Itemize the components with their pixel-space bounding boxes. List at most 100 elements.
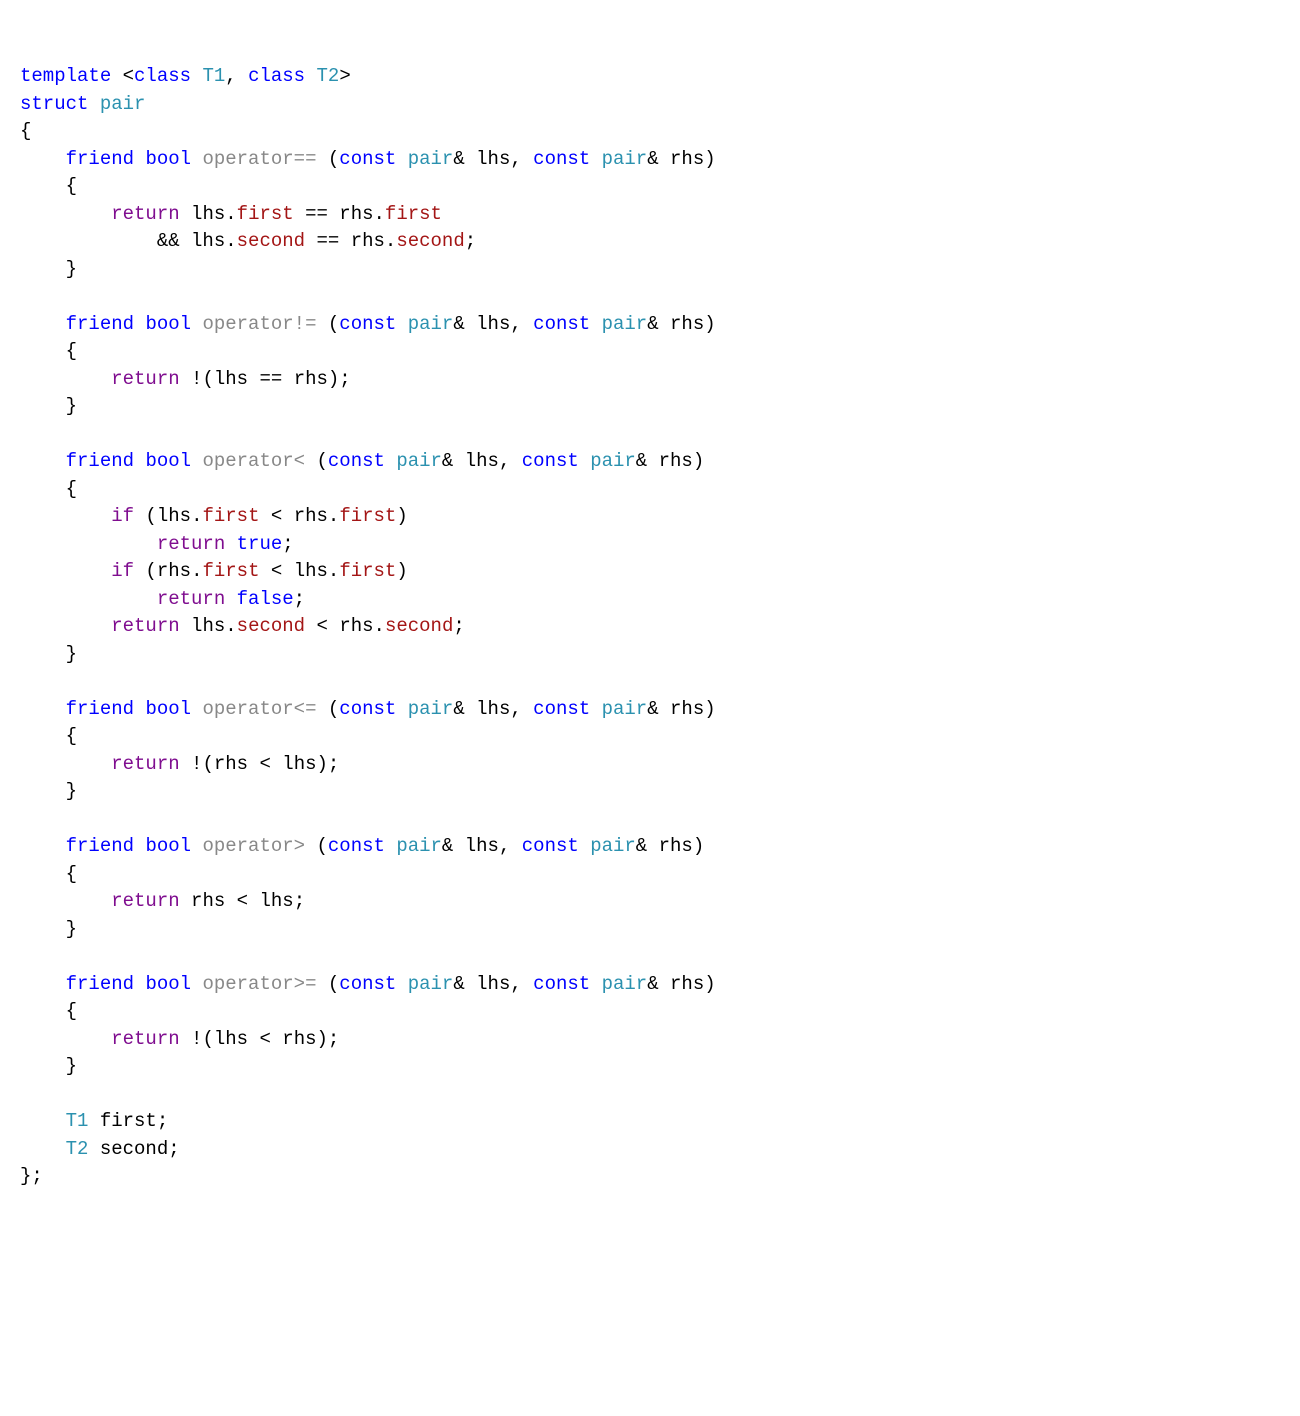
keyword-template: template	[20, 65, 111, 87]
keyword-struct: struct	[20, 93, 88, 115]
keyword-if: if	[111, 505, 134, 527]
func-operator-lt: operator<	[202, 450, 305, 472]
member-second: second	[237, 615, 305, 637]
keyword-return: return	[111, 890, 179, 912]
keyword-true: true	[237, 533, 283, 555]
param-rhs: rhs	[659, 835, 693, 857]
keyword-bool: bool	[145, 973, 191, 995]
keyword-const: const	[533, 313, 590, 335]
type-pair: pair	[396, 835, 442, 857]
type-T2: T2	[66, 1138, 89, 1160]
keyword-const: const	[522, 835, 579, 857]
keyword-return: return	[157, 588, 225, 610]
id-lhs: lhs	[191, 203, 225, 225]
param-lhs: lhs	[476, 973, 510, 995]
keyword-return: return	[111, 753, 179, 775]
type-pair: pair	[602, 698, 648, 720]
type-pair: pair	[408, 148, 454, 170]
type-T1: T1	[202, 65, 225, 87]
id-rhs: rhs	[294, 368, 328, 390]
id-rhs: rhs	[339, 615, 373, 637]
keyword-return: return	[111, 615, 179, 637]
func-operator-eq: operator==	[202, 148, 316, 170]
param-rhs: rhs	[670, 698, 704, 720]
member-first: first	[237, 203, 294, 225]
id-lhs: lhs	[259, 890, 293, 912]
type-pair: pair	[396, 450, 442, 472]
param-lhs: lhs	[476, 148, 510, 170]
keyword-const: const	[339, 313, 396, 335]
param-lhs: lhs	[476, 698, 510, 720]
member-first: first	[339, 505, 396, 527]
id-rhs: rhs	[294, 505, 328, 527]
type-pair: pair	[408, 698, 454, 720]
keyword-false: false	[237, 588, 294, 610]
keyword-const: const	[533, 973, 590, 995]
id-lhs: lhs	[191, 230, 225, 252]
keyword-const: const	[339, 148, 396, 170]
keyword-bool: bool	[145, 313, 191, 335]
code-block: template <class T1, class T2> struct pai…	[20, 63, 1280, 1191]
keyword-bool: bool	[145, 835, 191, 857]
type-pair: pair	[100, 93, 146, 115]
keyword-friend: friend	[66, 313, 134, 335]
id-lhs: lhs	[214, 1028, 248, 1050]
type-pair: pair	[602, 148, 648, 170]
keyword-const: const	[339, 698, 396, 720]
member-second: second	[396, 230, 464, 252]
type-pair: pair	[602, 313, 648, 335]
id-lhs: lhs	[157, 505, 191, 527]
keyword-return: return	[111, 1028, 179, 1050]
keyword-bool: bool	[145, 698, 191, 720]
id-lhs: lhs	[294, 560, 328, 582]
keyword-bool: bool	[145, 148, 191, 170]
keyword-friend: friend	[66, 973, 134, 995]
id-rhs: rhs	[282, 1028, 316, 1050]
member-second: second	[237, 230, 305, 252]
keyword-const: const	[328, 450, 385, 472]
id-rhs: rhs	[157, 560, 191, 582]
keyword-bool: bool	[145, 450, 191, 472]
type-pair: pair	[602, 973, 648, 995]
keyword-friend: friend	[66, 698, 134, 720]
keyword-const: const	[328, 835, 385, 857]
param-lhs: lhs	[465, 450, 499, 472]
keyword-friend: friend	[66, 148, 134, 170]
id-rhs: rhs	[214, 753, 248, 775]
type-T2: T2	[317, 65, 340, 87]
func-operator-ge: operator>=	[202, 973, 316, 995]
param-lhs: lhs	[465, 835, 499, 857]
type-pair: pair	[408, 313, 454, 335]
param-rhs: rhs	[670, 148, 704, 170]
member-first: first	[202, 505, 259, 527]
func-operator-le: operator<=	[202, 698, 316, 720]
keyword-class: class	[248, 65, 305, 87]
keyword-class: class	[134, 65, 191, 87]
member-first: first	[202, 560, 259, 582]
id-lhs: lhs	[282, 753, 316, 775]
member-second: second	[385, 615, 453, 637]
id-rhs: rhs	[351, 230, 385, 252]
member-decl-second: second	[100, 1138, 168, 1160]
param-rhs: rhs	[670, 313, 704, 335]
keyword-if: if	[111, 560, 134, 582]
type-pair: pair	[590, 835, 636, 857]
type-pair: pair	[590, 450, 636, 472]
keyword-const: const	[533, 698, 590, 720]
param-rhs: rhs	[670, 973, 704, 995]
keyword-return: return	[157, 533, 225, 555]
keyword-const: const	[533, 148, 590, 170]
id-lhs: lhs	[191, 615, 225, 637]
type-T1: T1	[66, 1110, 89, 1132]
member-first: first	[339, 560, 396, 582]
func-operator-ne: operator!=	[202, 313, 316, 335]
id-rhs: rhs	[191, 890, 225, 912]
keyword-return: return	[111, 368, 179, 390]
id-lhs: lhs	[214, 368, 248, 390]
keyword-return: return	[111, 203, 179, 225]
id-rhs: rhs	[339, 203, 373, 225]
keyword-friend: friend	[66, 835, 134, 857]
type-pair: pair	[408, 973, 454, 995]
member-decl-first: first	[100, 1110, 157, 1132]
func-operator-gt: operator>	[202, 835, 305, 857]
